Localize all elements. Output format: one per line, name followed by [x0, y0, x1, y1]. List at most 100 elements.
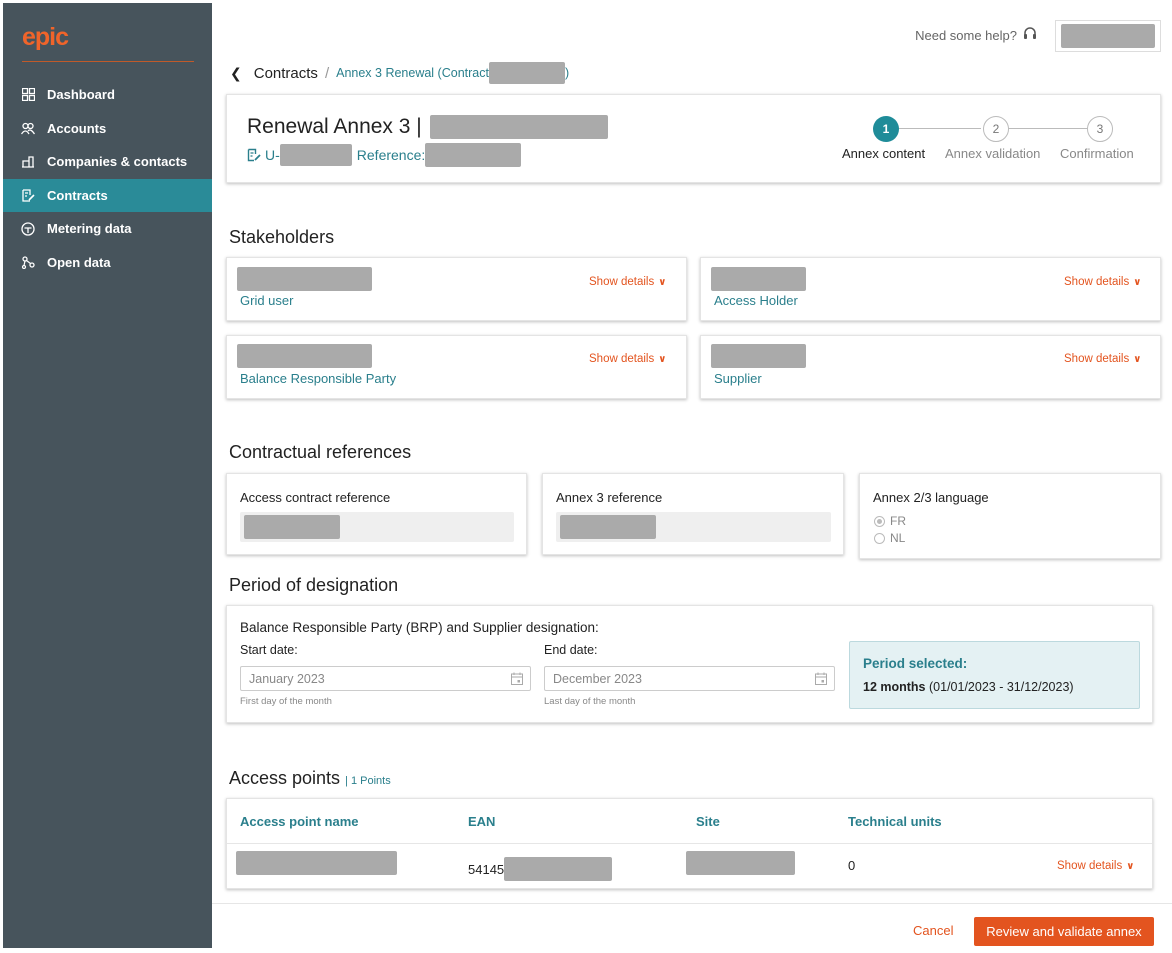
help-link[interactable]: Need some help? [915, 26, 1037, 45]
stakeholder-card-supplier: Supplier Show details ∨ [700, 335, 1161, 399]
column-header-name: Access point name [240, 814, 359, 829]
period-selected-title: Period selected: [863, 656, 968, 671]
chevron-down-icon: ∨ [1133, 276, 1142, 288]
stakeholder-card-access-holder: Access Holder Show details ∨ [700, 257, 1161, 321]
user-menu[interactable] [1055, 20, 1161, 52]
start-date-input[interactable]: January 2023 [240, 666, 531, 691]
annex-title: Renewal Annex 3 | [247, 115, 608, 139]
breadcrumb-current-end: ) [564, 66, 570, 80]
access-contract-reference-field [240, 512, 514, 542]
step-3-label: Confirmation [1060, 146, 1134, 161]
logo-divider [22, 61, 194, 62]
chevron-left-icon[interactable]: ❮ [230, 65, 242, 82]
show-details-button[interactable]: Show details ∨ [589, 276, 666, 288]
access-points-title-text: Access points [229, 768, 341, 788]
step-connector [1008, 128, 1099, 129]
gauge-icon [20, 221, 36, 237]
epic-logo[interactable]: epic [22, 23, 69, 52]
step-1-circle: 1 [873, 116, 899, 142]
redacted-annex-name [429, 115, 608, 139]
language-radio-fr[interactable]: FR [874, 514, 906, 528]
sidebar: epic Dashboard Accounts Companies & cont… [3, 3, 212, 948]
redacted-reference-value [244, 515, 340, 539]
step-2-circle: 2 [983, 116, 1009, 142]
grid-icon [20, 87, 36, 103]
show-details-button[interactable]: Show details ∨ [1057, 860, 1134, 872]
annex3-reference-card: Annex 3 reference [542, 473, 844, 555]
period-selected-box: Period selected: 12 months (01/01/2023 -… [849, 641, 1140, 709]
end-date-value: December 2023 [553, 671, 642, 686]
chevron-down-icon: ∨ [658, 276, 667, 288]
breadcrumb: ❮ Contracts / Annex 3 Renewal (Contract … [230, 62, 569, 84]
language-option: NL [890, 531, 906, 545]
end-date-input[interactable]: December 2023 [544, 666, 835, 691]
start-date-hint: First day of the month [240, 696, 332, 707]
redacted-ean [504, 857, 613, 881]
show-details-label: Show details [1064, 353, 1130, 365]
show-details-label: Show details [589, 353, 655, 365]
column-header-site: Site [696, 814, 720, 829]
language-radio-nl[interactable]: NL [874, 531, 905, 545]
step-2-label: Annex validation [945, 146, 1041, 161]
edit-document-icon[interactable] [247, 148, 261, 162]
breadcrumb-separator: / [324, 64, 330, 82]
contractual-references-title: Contractual references [229, 442, 412, 462]
radio-unchecked-icon [874, 532, 885, 544]
period-months: 12 months [863, 680, 926, 694]
annex-header-card: Renewal Annex 3 | U- Reference: 1 2 3 An… [226, 94, 1161, 183]
sidebar-item-open-data[interactable]: Open data [3, 246, 212, 280]
redacted-access-point-name [236, 851, 397, 875]
stakeholder-card-grid-user: Grid user Show details ∨ [226, 257, 687, 321]
stakeholder-role[interactable]: Access Holder [714, 293, 798, 308]
users-icon [20, 120, 36, 136]
sidebar-item-accounts[interactable]: Accounts [3, 112, 212, 146]
start-date-value: January 2023 [249, 671, 325, 686]
breadcrumb-contracts[interactable]: Contracts [254, 65, 318, 82]
period-heading: Balance Responsible Party (BRP) and Supp… [240, 620, 599, 635]
technical-units-cell: 0 [848, 858, 856, 873]
sidebar-item-label: Dashboard [47, 87, 115, 103]
sidebar-item-contracts[interactable]: Contracts [3, 178, 212, 212]
reference-label: Reference: [356, 147, 426, 163]
redacted-username [1061, 24, 1155, 48]
sidebar-nav: Dashboard Accounts Companies & contacts … [3, 78, 212, 279]
sidebar-item-label: Accounts [47, 120, 107, 136]
show-details-button[interactable]: Show details ∨ [1064, 276, 1141, 288]
redacted-stakeholder-name [711, 344, 806, 368]
show-details-button[interactable]: Show details ∨ [589, 353, 666, 365]
ean-cell: 54145 [468, 857, 613, 881]
sidebar-item-companies[interactable]: Companies & contacts [3, 145, 212, 179]
contract-icon [20, 187, 36, 203]
calendar-icon[interactable] [511, 672, 523, 688]
review-and-validate-button[interactable]: Review and validate annex [974, 917, 1154, 946]
chevron-down-icon: ∨ [658, 353, 667, 365]
stakeholder-role[interactable]: Balance Responsible Party [240, 371, 396, 386]
redacted-stakeholder-name [237, 344, 372, 368]
language-card: Annex 2/3 language FR NL [859, 473, 1161, 559]
redacted-reference [425, 143, 522, 167]
calendar-icon[interactable] [815, 672, 827, 688]
headset-icon [1023, 26, 1037, 45]
sidebar-item-label: Metering data [47, 221, 132, 237]
access-contract-reference-label: Access contract reference [240, 490, 391, 505]
sidebar-item-dashboard[interactable]: Dashboard [3, 78, 212, 112]
help-text: Need some help? [915, 28, 1017, 43]
table-divider [227, 843, 1152, 844]
show-details-button[interactable]: Show details ∨ [1064, 353, 1141, 365]
step-1-label: Annex content [842, 146, 926, 161]
building-icon [20, 154, 36, 170]
cancel-button[interactable]: Cancel [913, 923, 953, 938]
sidebar-item-metering-data[interactable]: Metering data [3, 212, 212, 246]
redacted-stakeholder-name [711, 267, 806, 291]
stakeholder-role[interactable]: Supplier [714, 371, 762, 386]
access-points-count: | 1 Points [345, 775, 391, 787]
ean-prefix: 54145 [468, 862, 505, 877]
stakeholder-card-brp: Balance Responsible Party Show details ∨ [226, 335, 687, 399]
period-title: Period of designation [229, 575, 399, 595]
stakeholder-role[interactable]: Grid user [240, 293, 293, 308]
sidebar-item-label: Contracts [47, 187, 108, 203]
access-points-table: Access point name EAN Site Technical uni… [226, 798, 1153, 889]
annex-subtitle: U- Reference: [247, 143, 522, 167]
access-contract-reference-card: Access contract reference [226, 473, 527, 555]
sidebar-item-label: Open data [47, 254, 111, 270]
